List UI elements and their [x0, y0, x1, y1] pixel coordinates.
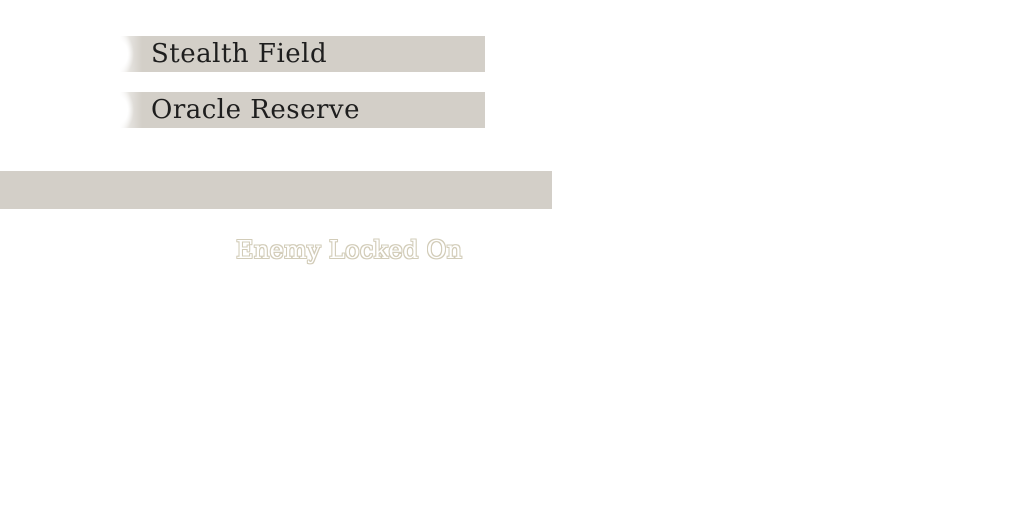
status-banner — [0, 171, 552, 209]
ability-label: Oracle Reserve — [151, 95, 360, 125]
ability-label: Stealth Field — [151, 39, 328, 69]
ability-button-oracle-reserve[interactable]: Oracle Reserve — [120, 92, 485, 128]
ability-button-stealth-field[interactable]: Stealth Field — [120, 36, 485, 72]
status-message: Enemy Locked On — [236, 236, 463, 264]
